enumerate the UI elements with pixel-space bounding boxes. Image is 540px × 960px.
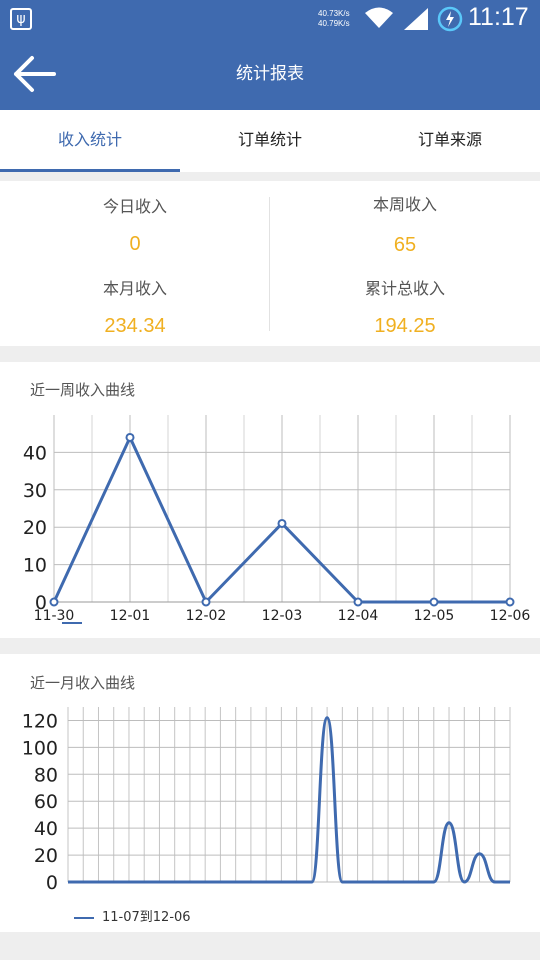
y-tick-label: 60 [34,791,58,813]
legend-series-label: 11-07到12-06 [102,910,191,925]
y-tick-label: 20 [34,845,58,867]
y-tick-label: 100 [22,737,58,759]
y-tick-label: 120 [22,710,58,732]
y-tick-label: 40 [34,818,58,840]
legend-line-swatch [74,916,94,919]
y-tick-label: 80 [34,764,58,786]
monthly-income-chart: 0 20 40 60 80 100 120 [22,707,511,894]
monthly-income-series-line [68,716,510,884]
monthly-chart-legend: 11-07到12-06 [74,906,191,925]
y-tick-label: 0 [46,872,58,894]
